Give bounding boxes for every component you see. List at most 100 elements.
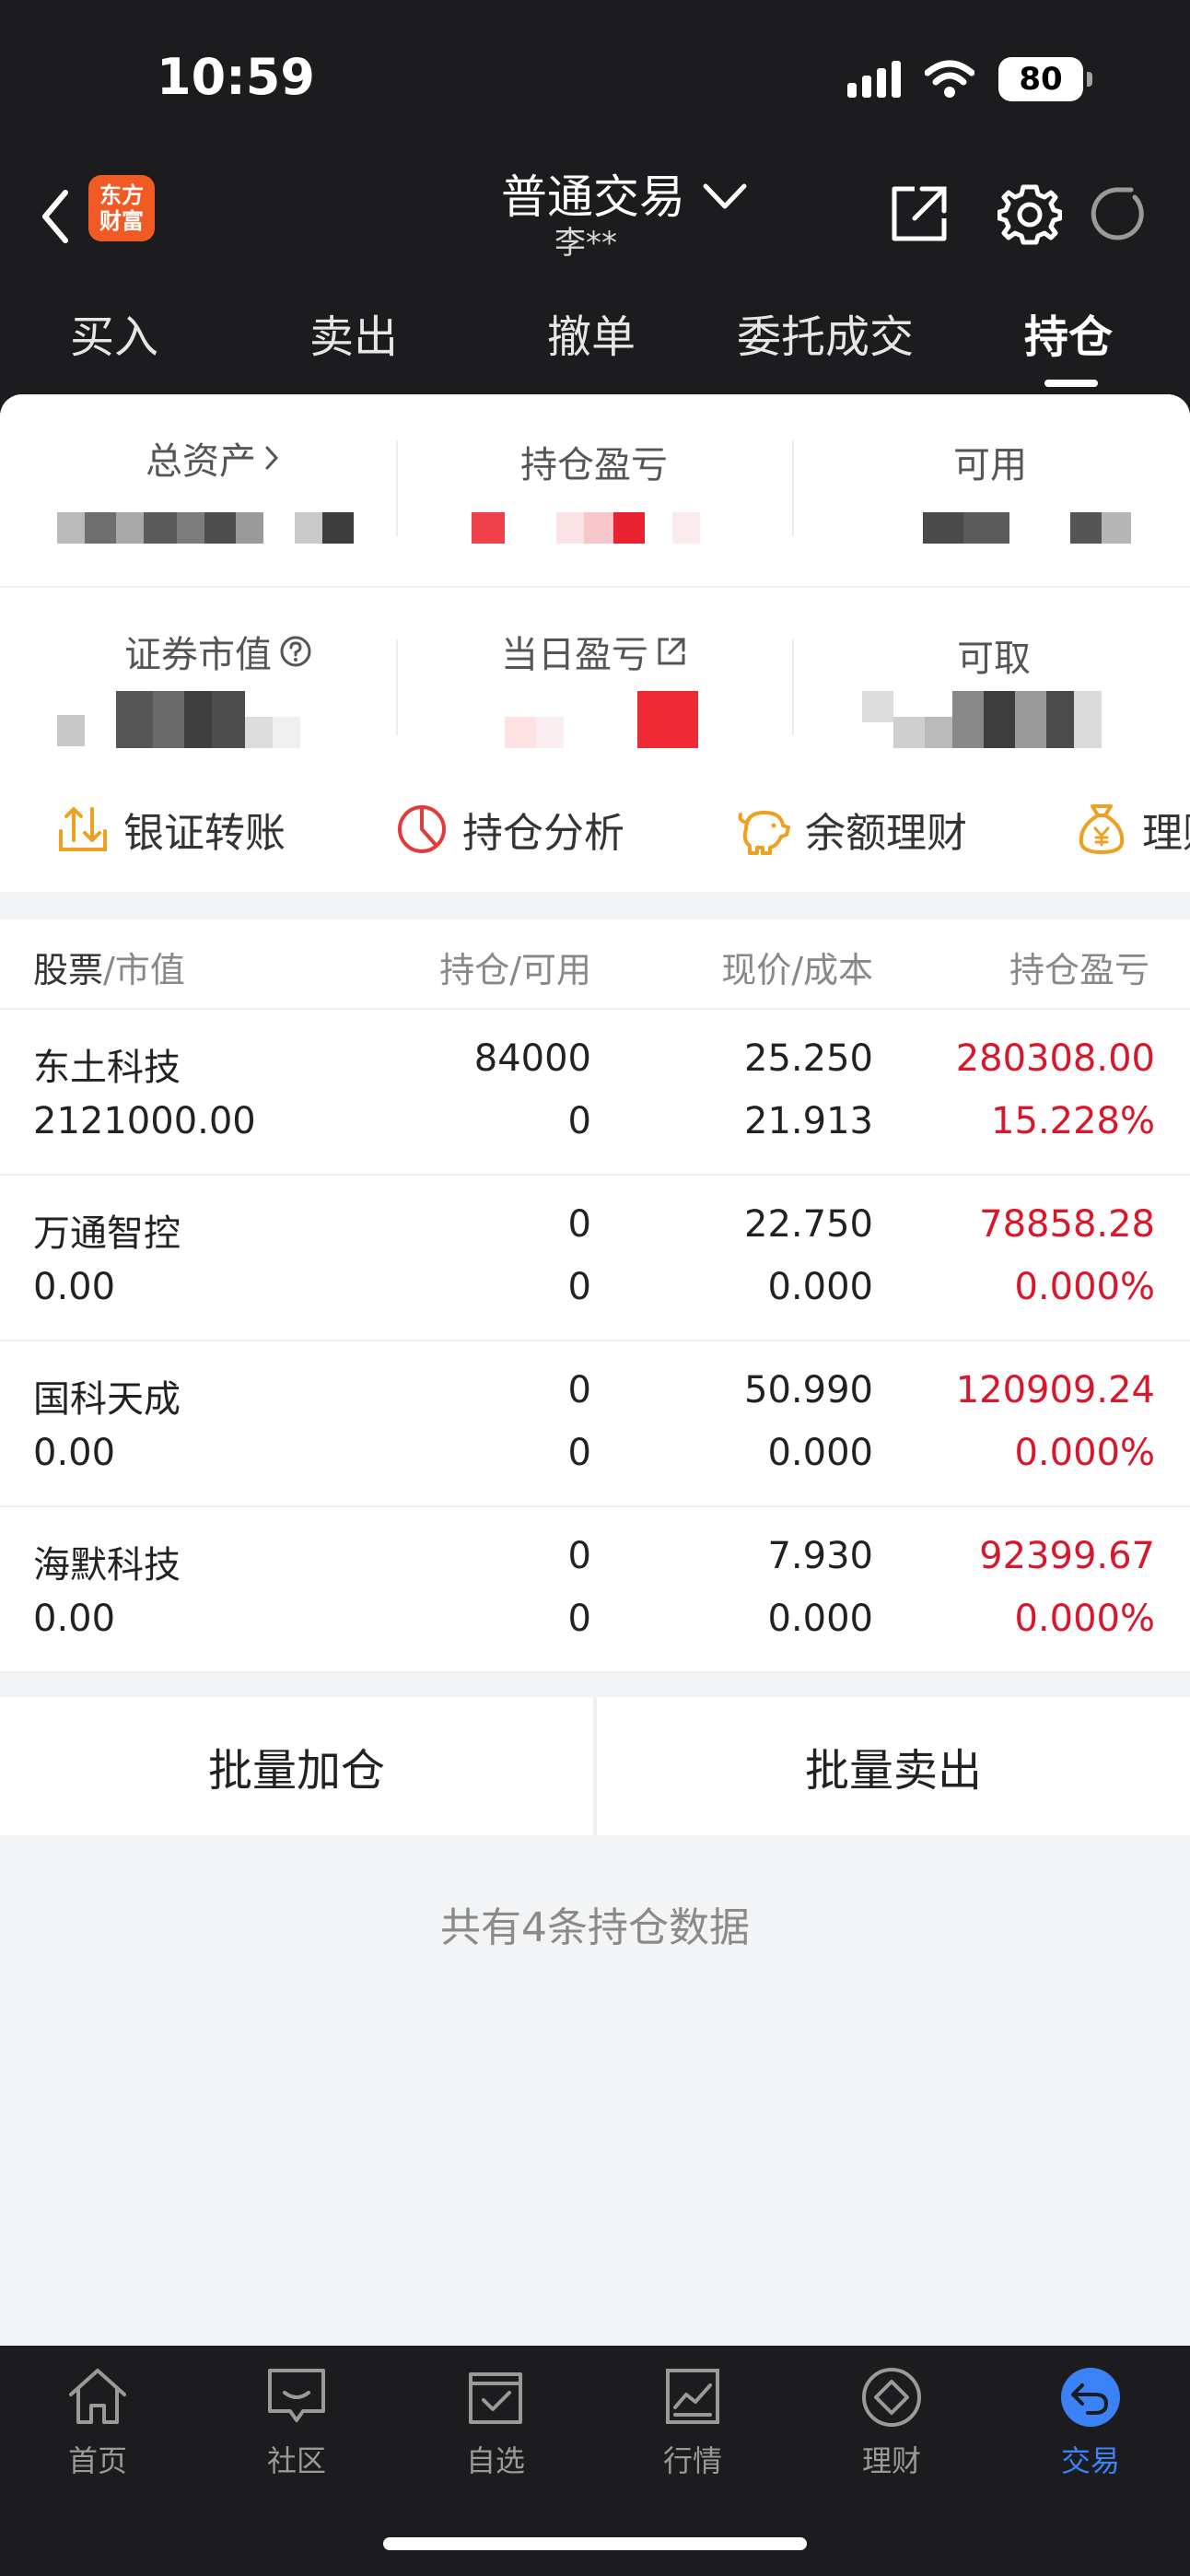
cellular-signal-icon [847, 61, 901, 98]
stock-market-value: 0.00 [33, 1432, 116, 1474]
stock-price: 50.990 [744, 1369, 873, 1411]
daily-pnl-label: 当日盈亏 [501, 634, 648, 676]
stock-position: 0 [567, 1203, 591, 1246]
external-link-icon [658, 638, 685, 665]
stock-available: 0 [567, 1432, 591, 1474]
col-position-available: 持仓/可用 [439, 950, 591, 990]
chevron-down-icon [703, 183, 747, 209]
batch-actions: 批量加仓 批量卖出 [0, 1697, 1190, 1835]
available-masked-value [923, 512, 1131, 544]
battery-icon: 80 [998, 57, 1092, 101]
col-stock: 股票 [33, 950, 104, 990]
home-icon [61, 2360, 134, 2434]
position-analysis-label: 持仓分析 [462, 810, 624, 857]
nav-market[interactable]: 行情 [619, 2360, 766, 2480]
stock-price: 7.930 [767, 1535, 873, 1577]
battery-level: 80 [1019, 61, 1063, 98]
account-summary: 总资产 持仓盈亏 可用 证券市值 当日盈亏 可取 银证转账 持仓分析 余额理财 … [0, 394, 1190, 892]
stock-position: 0 [567, 1535, 591, 1577]
tab-cancel-order[interactable]: 撤单 [547, 300, 636, 365]
gear-icon [998, 184, 1062, 245]
stock-name: 海默科技 [33, 1544, 181, 1587]
stock-available: 0 [567, 1598, 591, 1640]
nav-community[interactable]: 社区 [223, 2360, 370, 2480]
wealth-finance-label: 理财 [1142, 810, 1190, 857]
batch-add-button[interactable]: 批量加仓 [0, 1697, 593, 1835]
stock-name: 国科天成 [33, 1378, 181, 1421]
table-row[interactable]: 万通智控 0.00 0 0 22.750 0.000 78858.28 0.00… [0, 1176, 1190, 1341]
stock-pnl: 280308.00 [955, 1037, 1155, 1080]
table-row[interactable]: 东土科技 2121000.00 84000 0 25.250 21.913 28… [0, 1010, 1190, 1176]
diamond-icon [855, 2360, 928, 2434]
market-value-label: 证券市值 [124, 634, 272, 676]
tab-orders-deals[interactable]: 委托成交 [737, 300, 914, 365]
tab-buy[interactable]: 买入 [70, 300, 158, 365]
tab-positions[interactable]: 持仓 [1024, 300, 1113, 365]
brand-logo: 东方 财富 [88, 175, 155, 241]
total-assets-masked-value [57, 512, 354, 544]
batch-sell-button[interactable]: 批量卖出 [597, 1697, 1190, 1835]
stock-position: 84000 [473, 1037, 591, 1080]
nav-wealth[interactable]: 理财 [818, 2360, 965, 2480]
stock-position: 0 [567, 1369, 591, 1411]
stock-price: 25.250 [744, 1037, 873, 1080]
available-label: 可用 [953, 444, 1027, 486]
col-pnl: 持仓盈亏 [1009, 950, 1150, 990]
position-analysis-button[interactable]: 持仓分析 [396, 800, 624, 859]
transfer-icon [59, 807, 107, 851]
wifi-icon [925, 60, 974, 98]
chevron-left-icon [42, 190, 68, 243]
position-pnl-masked-value [472, 512, 700, 544]
chat-icon [260, 2360, 333, 2434]
withdrawable-card: 可取 [796, 628, 1190, 682]
withdrawable-label: 可取 [957, 638, 1031, 680]
stock-pnl: 120909.24 [955, 1369, 1155, 1411]
refresh-button[interactable] [1081, 177, 1155, 251]
bank-transfer-button[interactable]: 银证转账 [57, 800, 286, 859]
pie-chart-icon [398, 805, 446, 853]
withdrawable-masked-value [862, 691, 1102, 748]
app-screen: 10:59 80 东方 财富 普通交易 李** 买入 卖出 撤单 委托成交 持仓… [0, 0, 1190, 2576]
total-assets-label: 总资产 [146, 440, 256, 483]
header-bar: 东方 财富 普通交易 李** [0, 157, 1190, 276]
total-assets-card[interactable]: 总资产 [15, 431, 411, 485]
trade-tabs: 买入 卖出 撤单 委托成交 持仓 [0, 286, 1190, 387]
holdings-count-note: 共有4条持仓数据 [440, 1904, 750, 1951]
share-button[interactable] [882, 177, 956, 251]
active-tab-indicator [1044, 380, 1098, 387]
nav-home[interactable]: 首页 [24, 2360, 171, 2480]
positions-content: 总资产 持仓盈亏 可用 证券市值 当日盈亏 可取 银证转账 持仓分析 余额理财 … [0, 394, 1190, 2346]
tab-sell[interactable]: 卖出 [309, 300, 398, 365]
position-pnl-card: 持仓盈亏 [396, 435, 792, 488]
account-switcher[interactable]: 普通交易 李** [461, 157, 755, 276]
table-row[interactable]: 国科天成 0.00 0 0 50.990 0.000 120909.24 0.0… [0, 1341, 1190, 1507]
stock-pnl-pct: 0.000% [1014, 1266, 1155, 1308]
stock-cost: 0.000 [767, 1598, 873, 1640]
stock-pnl-pct: 0.000% [1014, 1432, 1155, 1474]
balance-finance-button[interactable]: 余额理财 [737, 800, 967, 859]
back-button[interactable] [28, 175, 83, 258]
bank-transfer-label: 银证转账 [123, 810, 286, 857]
stock-price: 22.750 [744, 1203, 873, 1246]
chart-icon [656, 2360, 729, 2434]
nav-watchlist[interactable]: 自选 [422, 2360, 569, 2480]
stock-market-value: 0.00 [33, 1266, 116, 1308]
stock-pnl: 78858.28 [979, 1203, 1155, 1246]
position-pnl-label: 持仓盈亏 [520, 444, 668, 486]
market-value-card: 证券市值 [20, 625, 416, 678]
money-bag-icon [1079, 804, 1125, 854]
settings-button[interactable] [993, 177, 1067, 251]
table-row[interactable]: 海默科技 0.00 0 0 7.930 0.000 92399.67 0.000… [0, 1507, 1190, 1673]
refresh-icon [1091, 187, 1144, 240]
wealth-finance-button[interactable]: 理财 [1076, 800, 1190, 859]
stock-pnl-pct: 15.228% [991, 1100, 1155, 1142]
daily-pnl-masked-value [505, 691, 698, 748]
table-header: 股票/市值 持仓/可用 现价/成本 持仓盈亏 [0, 919, 1190, 1010]
help-circle-icon[interactable] [279, 635, 312, 668]
nav-trade[interactable]: 交易 [1017, 2360, 1164, 2480]
available-card: 可用 [792, 435, 1188, 488]
home-indicator [383, 2537, 807, 2550]
stock-available: 0 [567, 1266, 591, 1308]
share-icon [892, 186, 947, 241]
daily-pnl-card[interactable]: 当日盈亏 [396, 625, 792, 678]
